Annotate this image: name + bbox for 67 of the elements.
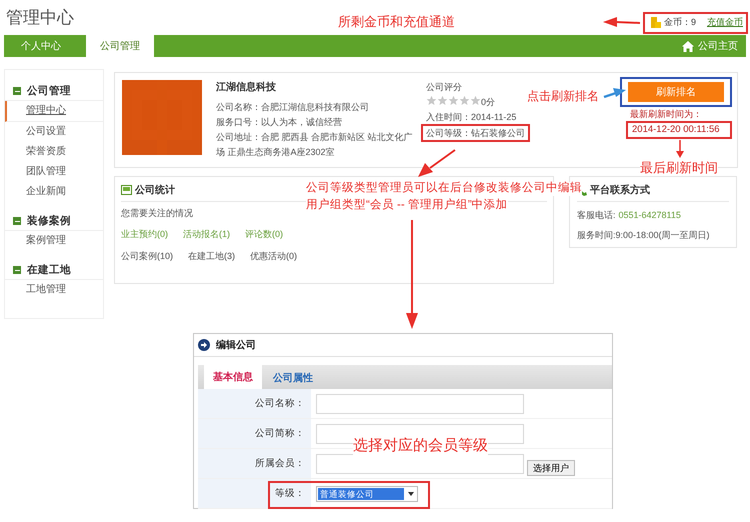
- page-title: 管理中心: [6, 7, 74, 29]
- annotation-arrow: [418, 149, 456, 177]
- form-tab[interactable]: 公司属性: [265, 367, 321, 389]
- sidebar-item[interactable]: 案例管理: [5, 231, 103, 251]
- annotation-arrow: [604, 88, 626, 98]
- stats-link[interactable]: 活动报名(1): [183, 228, 230, 241]
- annotation-text: 公司等级类型管理员可以在后台修改装修公司中编辑: [306, 182, 582, 196]
- rating-label: 公司评分: [426, 81, 463, 94]
- service-hours: 服务时间:9:00-18:00(周一至周日): [577, 229, 711, 242]
- minus-icon: [13, 87, 21, 95]
- stats-title: 公司统计: [135, 184, 175, 197]
- sidebar-item[interactable]: 企业新闻: [5, 182, 103, 202]
- stats-count: 公司案例(10): [121, 250, 174, 263]
- section-title: 装修案例: [27, 214, 71, 228]
- field-label: 公司简称：: [255, 427, 305, 440]
- select-user-button[interactable]: 选择用户: [527, 460, 575, 476]
- join-date: 入住时间：2014-11-25: [426, 111, 518, 124]
- nav-tab[interactable]: 公司管理: [86, 35, 154, 57]
- sidebar-item[interactable]: 团队管理: [5, 162, 103, 182]
- company-detail: 公司地址：合肥 肥西县 合肥市新站区 站北文化广场 正鼎生态商务港A座2302室: [216, 131, 414, 159]
- last-refresh-time: 2014-12-20 00:11:56: [632, 124, 720, 135]
- refresh-ranking-button[interactable]: 刷新排名: [628, 82, 724, 102]
- input-field[interactable]: [316, 394, 524, 414]
- coin-balance: 金币：9: [664, 16, 696, 29]
- coins-icon: [650, 17, 661, 28]
- field-label: 等级：: [275, 487, 305, 500]
- sidebar-item[interactable]: 公司设置: [5, 122, 103, 142]
- field-label: 公司名称：: [255, 397, 305, 410]
- annotation-text: 选择对应的会员等级: [353, 437, 488, 455]
- sidebar-item[interactable]: 荣誉资质: [5, 142, 103, 162]
- stats-link[interactable]: 评论数(0): [245, 228, 283, 241]
- sidebar-item[interactable]: 管理中心: [5, 101, 103, 122]
- home-icon: [682, 40, 694, 52]
- form-tab[interactable]: 基本信息: [204, 365, 262, 389]
- company-name: 江湖信息科技: [216, 80, 277, 94]
- nav-tab[interactable]: 个人中心: [4, 35, 78, 57]
- field-label: 所属会员：: [255, 457, 305, 470]
- sidebar-item[interactable]: 工地管理: [5, 280, 103, 300]
- minus-icon: [13, 266, 21, 274]
- home-link[interactable]: 公司主页: [698, 35, 746, 57]
- recharge-link[interactable]: 充值金币: [707, 16, 743, 29]
- annotation-text: 点击刷新排名: [527, 89, 599, 104]
- stats-count: 优惠活动(0): [250, 250, 298, 263]
- minus-icon: [13, 217, 21, 225]
- phone-number: 0551-64278115: [618, 209, 681, 222]
- panel-title: 编辑公司: [216, 338, 256, 352]
- company-detail: 公司名称：合肥江湖信息科技有限公司: [216, 101, 370, 114]
- caret-icon: [408, 492, 414, 496]
- annotation-text: 用户组类型“会员 -- 管理用户组”中添加: [306, 199, 508, 213]
- arrow-circle-icon: [198, 339, 210, 351]
- last-refresh-label: 最新刷新时间为：: [630, 108, 703, 120]
- contact-title: 平台联系方式: [590, 183, 650, 197]
- stats-count: 在建工地(3): [188, 250, 236, 263]
- phone-label: 客服电话:: [577, 209, 616, 222]
- section-title: 在建工地: [27, 263, 71, 277]
- stats-subtitle: 您需要关注的情况: [121, 207, 194, 220]
- input-field[interactable]: [316, 454, 524, 474]
- section-title: 公司管理: [27, 84, 71, 98]
- annotation-text: 所剩金币和充值通道: [338, 14, 455, 30]
- annotation-arrow: [603, 17, 640, 27]
- stats-link[interactable]: 业主预约(0): [121, 228, 168, 241]
- company-detail: 服务口号：以人为本，诚信经营: [216, 116, 343, 129]
- monitor-icon: [121, 185, 132, 195]
- level-dropdown[interactable]: 普通装修公司: [316, 486, 418, 502]
- score: 0分: [481, 96, 496, 109]
- company-level: 公司等级：钻石装修公司: [426, 128, 525, 138]
- annotation-text: 最后刷新时间: [640, 160, 718, 176]
